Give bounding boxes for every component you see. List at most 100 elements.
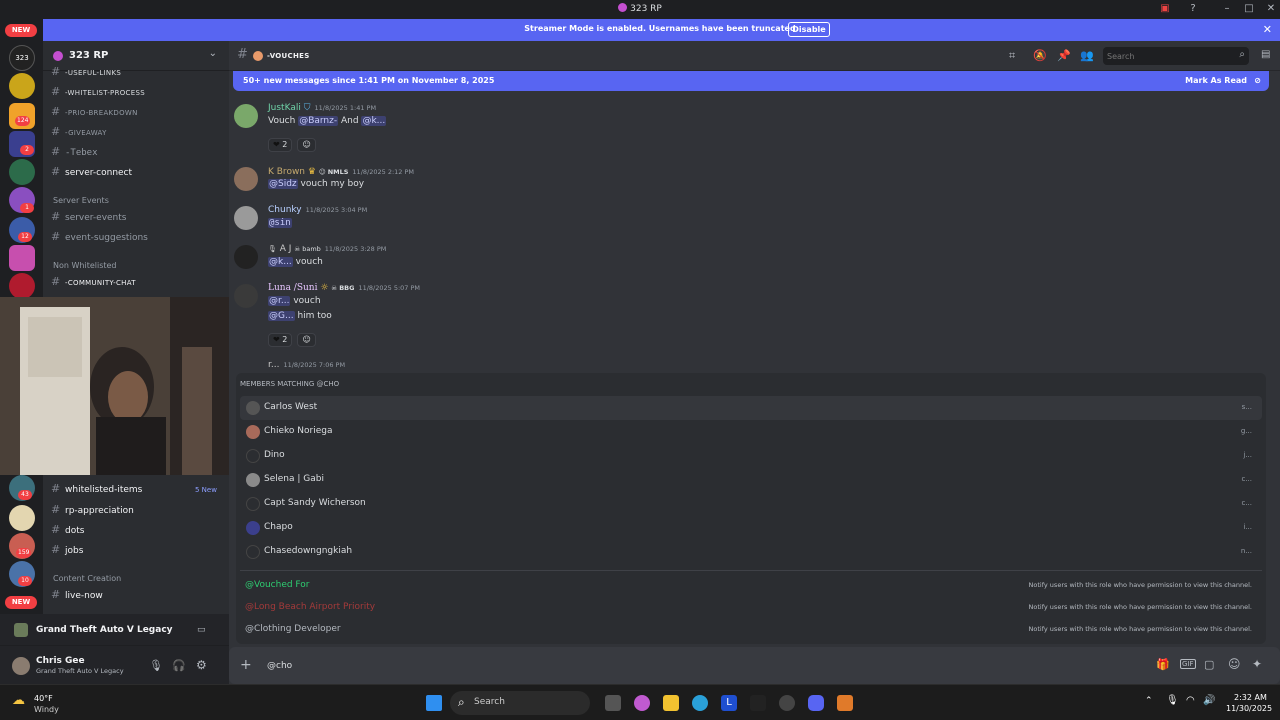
message-author[interactable]: K Brown ♛ ☺ NMLS 11/8/2025 2:12 PM [268,167,414,177]
discord-icon[interactable] [808,695,824,711]
wifi-icon[interactable]: ◠ [1186,695,1195,706]
channel-server-events[interactable]: # server-events [51,208,221,226]
server-icon[interactable] [9,159,35,185]
help-icon[interactable]: ? [1186,2,1200,16]
member-option[interactable]: Carlos West s... [240,396,1262,420]
member-option[interactable]: Dino j... [240,444,1262,468]
edge-icon[interactable] [692,695,708,711]
member-option[interactable]: Selena | Gabi c... [240,468,1262,492]
maximize-button[interactable]: □ [1242,2,1256,16]
server-icon[interactable]: 323 [9,45,35,71]
user-mention[interactable]: @Sidz [268,179,298,189]
avatar[interactable] [234,206,258,230]
new-messages-bar[interactable]: 50+ new messages since 1:41 PM on Novemb… [233,71,1269,91]
channel-giveaway[interactable]: # -giveaway [51,123,221,141]
copilot-icon[interactable] [634,695,650,711]
close-banner-icon[interactable]: ✕ [1263,23,1272,36]
message-author[interactable]: 🎙 A J ☠ bamb 11/8/2025 3:28 PM [268,244,386,254]
avatar[interactable] [234,167,258,191]
apps-icon[interactable]: ✦ [1252,657,1262,671]
sticker-icon[interactable]: ▢ [1204,658,1214,671]
channel-dots[interactable]: # dots [51,521,221,539]
start-icon[interactable] [426,695,442,711]
message-input[interactable] [267,658,967,674]
add-reaction-icon[interactable]: ☺ [297,333,316,347]
notifications-off-icon[interactable]: 🔕 [1033,49,1047,62]
minimize-button[interactable]: – [1220,2,1234,16]
avatar[interactable] [234,284,258,308]
add-attachment-icon[interactable]: + [240,657,252,673]
clock-time[interactable]: 2:32 AM [1234,693,1267,702]
user-mention[interactable]: @r... [268,296,291,306]
activity-row[interactable]: Grand Theft Auto V Legacy ▭ [0,614,229,646]
channel-whitelist-process[interactable]: # -whitelist-process [51,83,221,101]
channel-server-connect[interactable]: # server-connect [51,163,221,181]
channel-jobs[interactable]: # jobs [51,541,221,559]
reaction[interactable]: ❤ 2 [268,138,293,152]
member-option[interactable]: Chapo i... [240,516,1262,540]
taskbar-search[interactable]: ⌕ Search [450,691,590,715]
member-option[interactable]: Chieko Noriega g... [240,420,1262,444]
search-box[interactable]: ⌕ [1103,47,1249,65]
gif-icon[interactable]: GIF [1180,659,1196,669]
reaction[interactable]: ❤ 2 [268,333,293,347]
role-option[interactable]: @Clothing Developer Notify users with thi… [240,619,1262,639]
user-mention[interactable]: @k... [268,257,293,267]
message-author[interactable]: r... 11/8/2025 7:06 PM [268,360,345,370]
channel-event-suggestions[interactable]: # event-suggestions [51,228,221,246]
role-option[interactable]: @Vouched For Notify users with this role … [240,575,1262,595]
task-view-icon[interactable] [605,695,621,711]
gear-icon[interactable]: ⚙ [196,658,207,672]
threads-icon[interactable]: ⌗ [1009,49,1015,63]
clock-date[interactable]: 11/30/2025 [1226,704,1272,713]
message-author[interactable]: Chunky 11/8/2025 3:04 PM [268,205,367,215]
app-icon[interactable] [837,695,853,711]
close-window-button[interactable]: ✕ [1264,2,1278,16]
microphone-tray-icon[interactable]: 🎙 [1166,695,1179,706]
server-icon[interactable] [9,505,35,531]
volume-icon[interactable]: 🔊 [1203,695,1215,706]
gift-icon[interactable]: 🎁 [1156,658,1170,671]
user-mention[interactable]: @G... [268,311,295,321]
tray-chevron-icon[interactable]: ⌃ [1145,696,1153,706]
channel-live-now[interactable]: # live-now [51,586,221,604]
category-content-creation[interactable]: Content Creation [53,574,121,583]
inbox-icon[interactable]: ▣ [1158,2,1172,16]
inbox-icon[interactable]: ▤ [1261,49,1270,60]
microphone-icon[interactable]: 🎙 [149,659,163,672]
mark-as-read-button[interactable]: Mark As Read [1185,76,1247,85]
server-icon[interactable] [9,245,35,271]
channel-rp-appreciation[interactable]: # rp-appreciation [51,501,221,519]
pin-icon[interactable]: 📌 [1057,49,1071,62]
weather-icon[interactable]: ☁ [12,693,25,708]
headphones-icon[interactable]: 🎧 [172,659,186,672]
avatar[interactable] [12,657,30,675]
member-option[interactable]: Chasedowngngkiah n... [240,540,1262,564]
disable-streamer-button[interactable]: Disable [788,22,830,37]
emoji-icon[interactable]: ☺ [1228,657,1241,671]
add-reaction-icon[interactable]: ☺ [297,138,316,152]
channel-prio-breakdown[interactable]: # -prio-breakdown [51,103,221,121]
app-icon[interactable] [750,695,766,711]
avatar[interactable] [234,245,258,269]
file-explorer-icon[interactable] [663,695,679,711]
members-icon[interactable]: 👥 [1080,49,1094,62]
category-non-whitelisted[interactable]: Non Whitelisted [53,261,117,270]
search-input[interactable] [1107,49,1227,63]
user-mention[interactable]: @Barnz- [298,116,339,126]
member-option[interactable]: Capt Sandy Wicherson c... [240,492,1262,516]
launcher-icon[interactable]: L [721,695,737,711]
app-icon[interactable] [779,695,795,711]
user-mention[interactable]: @k... [361,116,387,126]
category-server-events[interactable]: Server Events [53,196,109,205]
message-author[interactable]: JustKali ⛉ 11/8/2025 1:41 PM [268,103,376,113]
server-icon[interactable] [9,73,35,99]
channel-community-chat[interactable]: # -community-chat [51,273,221,291]
role-option[interactable]: @Long Beach Airport Priority Notify users… [240,597,1262,617]
channel-useful-links[interactable]: # -useful-links [51,63,221,81]
channel-tebex[interactable]: # -Tebex [51,143,221,161]
message-author[interactable]: Luna /Suni ☼ ☠ BBG 11/8/2025 5:07 PM [268,283,420,293]
user-mention[interactable]: @sin [268,218,292,228]
avatar[interactable] [234,104,258,128]
screen-share-icon[interactable]: ▭ [197,625,206,635]
